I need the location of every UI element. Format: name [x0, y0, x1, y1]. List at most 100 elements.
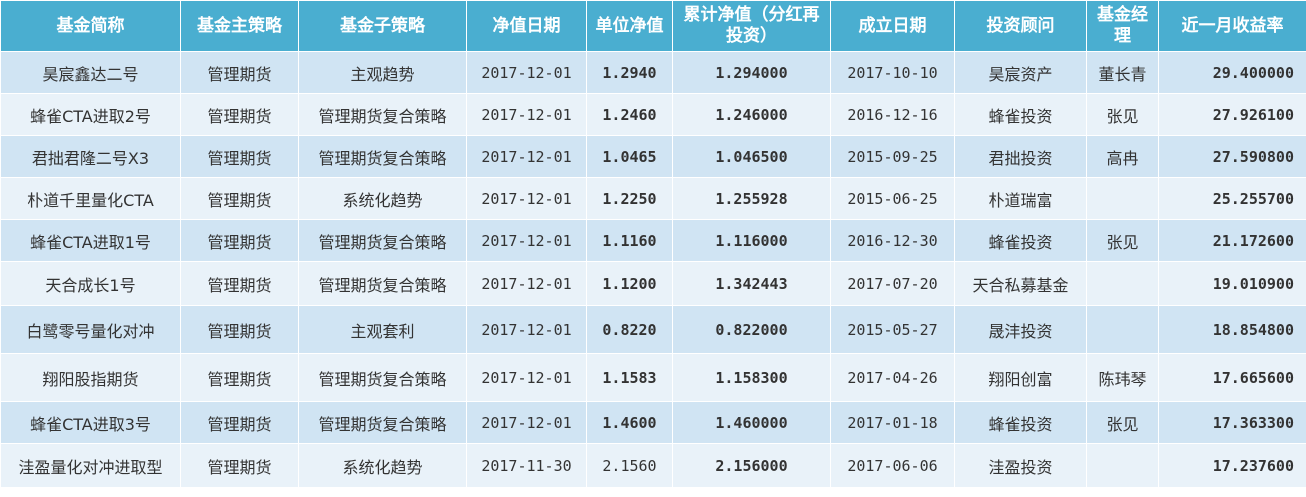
cell-main-strategy: 管理期货	[180, 51, 299, 94]
cell-manager: 陈玮琴	[1086, 353, 1159, 402]
header-unit-nav: 单位净值	[586, 0, 673, 52]
cell-cumulative-nav: 2.156000	[672, 443, 831, 488]
table-row: 翔阳股指期货 管理期货 管理期货复合策略 2017-12-01 1.1583 1.1583…	[0, 353, 1306, 402]
cell-fund-name: 洼盈量化对冲进取型	[0, 443, 181, 488]
cell-inception-date: 2015-06-25	[830, 177, 955, 220]
cell-fund-name: 君拙君隆二号X3	[0, 135, 181, 178]
cell-sub-strategy: 管理期货复合策略	[298, 261, 467, 306]
cell-sub-strategy: 主观趋势	[298, 51, 467, 94]
cell-inception-date: 2017-07-20	[830, 261, 955, 306]
cell-main-strategy: 管理期货	[180, 219, 299, 262]
cell-inception-date: 2015-09-25	[830, 135, 955, 178]
cell-sub-strategy: 管理期货复合策略	[298, 93, 467, 136]
cell-nav-date: 2017-12-01	[466, 135, 587, 178]
table-row: 蜂雀CTA进取2号 管理期货 管理期货复合策略 2017-12-01 1.2460 1.2…	[0, 93, 1306, 136]
cell-inception-date: 2016-12-30	[830, 219, 955, 262]
cell-cumulative-nav: 1.158300	[672, 353, 831, 402]
cell-fund-name: 翔阳股指期货	[0, 353, 181, 402]
header-inception-date: 成立日期	[830, 0, 955, 52]
header-monthly-return: 近一月收益率	[1158, 0, 1306, 52]
cell-inception-date: 2015-05-27	[830, 305, 955, 354]
cell-main-strategy: 管理期货	[180, 401, 299, 444]
cell-advisor: 蜂雀投资	[954, 93, 1087, 136]
cell-manager: 张见	[1086, 93, 1159, 136]
cell-unit-nav: 1.0465	[586, 135, 673, 178]
cell-cumulative-nav: 1.255928	[672, 177, 831, 220]
header-advisor: 投资顾问	[954, 0, 1087, 52]
cell-unit-nav: 0.8220	[586, 305, 673, 354]
cell-monthly-return: 17.363300	[1158, 401, 1306, 444]
cell-advisor: 翔阳创富	[954, 353, 1087, 402]
cell-advisor: 天合私募基金	[954, 261, 1087, 306]
cell-nav-date: 2017-12-01	[466, 261, 587, 306]
table-row: 朴道千里量化CTA 管理期货 系统化趋势 2017-12-01 1.2250 1.2559…	[0, 177, 1306, 220]
cell-advisor: 晟沣投资	[954, 305, 1087, 354]
cell-fund-name: 蜂雀CTA进取2号	[0, 93, 181, 136]
cell-main-strategy: 管理期货	[180, 305, 299, 354]
cell-manager	[1086, 177, 1159, 220]
cell-unit-nav: 1.1583	[586, 353, 673, 402]
header-fund-name: 基金简称	[0, 0, 181, 52]
cell-sub-strategy: 主观套利	[298, 305, 467, 354]
cell-advisor: 蜂雀投资	[954, 401, 1087, 444]
header-main-strategy: 基金主策略	[180, 0, 299, 52]
cell-manager: 张见	[1086, 401, 1159, 444]
header-cumulative-nav: 累计净值（分红再投资）	[672, 0, 831, 52]
cell-fund-name: 昊宸鑫达二号	[0, 51, 181, 94]
cell-monthly-return: 27.590800	[1158, 135, 1306, 178]
cell-monthly-return: 21.172600	[1158, 219, 1306, 262]
cell-fund-name: 蜂雀CTA进取1号	[0, 219, 181, 262]
cell-advisor: 蜂雀投资	[954, 219, 1087, 262]
cell-manager	[1086, 443, 1159, 488]
cell-fund-name: 蜂雀CTA进取3号	[0, 401, 181, 444]
cell-inception-date: 2017-01-18	[830, 401, 955, 444]
header-nav-date: 净值日期	[466, 0, 587, 52]
cell-manager	[1086, 261, 1159, 306]
cell-unit-nav: 1.2460	[586, 93, 673, 136]
cell-cumulative-nav: 1.246000	[672, 93, 831, 136]
cell-advisor: 朴道瑞富	[954, 177, 1087, 220]
cell-nav-date: 2017-12-01	[466, 51, 587, 94]
cell-nav-date: 2017-12-01	[466, 177, 587, 220]
cell-unit-nav: 1.1200	[586, 261, 673, 306]
header-row: 基金简称 基金主策略 基金子策略 净值日期 单位净值 累计净值（分红再投资） 成…	[0, 0, 1306, 52]
cell-monthly-return: 18.854800	[1158, 305, 1306, 354]
cell-main-strategy: 管理期货	[180, 353, 299, 402]
table-row: 蜂雀CTA进取1号 管理期货 管理期货复合策略 2017-12-01 1.1160 1.1…	[0, 219, 1306, 262]
cell-fund-name: 天合成长1号	[0, 261, 181, 306]
cell-nav-date: 2017-11-30	[466, 443, 587, 488]
cell-cumulative-nav: 0.822000	[672, 305, 831, 354]
fund-ranking-table: 基金简称 基金主策略 基金子策略 净值日期 单位净值 累计净值（分红再投资） 成…	[0, 0, 1306, 488]
table-row: 洼盈量化对冲进取型 管理期货 系统化趋势 2017-11-30 2.1560 2.1560…	[0, 443, 1306, 488]
cell-advisor: 昊宸资产	[954, 51, 1087, 94]
cell-unit-nav: 1.2940	[586, 51, 673, 94]
cell-sub-strategy: 系统化趋势	[298, 443, 467, 488]
cell-main-strategy: 管理期货	[180, 93, 299, 136]
table-row: 蜂雀CTA进取3号 管理期货 管理期货复合策略 2017-12-01 1.4600 1.4…	[0, 401, 1306, 444]
cell-unit-nav: 1.2250	[586, 177, 673, 220]
cell-unit-nav: 2.1560	[586, 443, 673, 488]
cell-inception-date: 2017-06-06	[830, 443, 955, 488]
cell-main-strategy: 管理期货	[180, 135, 299, 178]
cell-nav-date: 2017-12-01	[466, 219, 587, 262]
cell-cumulative-nav: 1.294000	[672, 51, 831, 94]
header-sub-strategy: 基金子策略	[298, 0, 467, 52]
cell-manager: 高冉	[1086, 135, 1159, 178]
cell-sub-strategy: 管理期货复合策略	[298, 135, 467, 178]
cell-nav-date: 2017-12-01	[466, 93, 587, 136]
cell-inception-date: 2016-12-16	[830, 93, 955, 136]
cell-fund-name: 朴道千里量化CTA	[0, 177, 181, 220]
cell-cumulative-nav: 1.116000	[672, 219, 831, 262]
cell-unit-nav: 1.4600	[586, 401, 673, 444]
cell-advisor: 君拙投资	[954, 135, 1087, 178]
cell-unit-nav: 1.1160	[586, 219, 673, 262]
table-row: 天合成长1号 管理期货 管理期货复合策略 2017-12-01 1.1200 1.3424…	[0, 261, 1306, 306]
cell-monthly-return: 29.400000	[1158, 51, 1306, 94]
cell-cumulative-nav: 1.046500	[672, 135, 831, 178]
cell-advisor: 洼盈投资	[954, 443, 1087, 488]
cell-monthly-return: 19.010900	[1158, 261, 1306, 306]
cell-monthly-return: 17.665600	[1158, 353, 1306, 402]
table-row: 昊宸鑫达二号 管理期货 主观趋势 2017-12-01 1.2940 1.294000 20…	[0, 51, 1306, 94]
cell-nav-date: 2017-12-01	[466, 401, 587, 444]
table-row: 君拙君隆二号X3 管理期货 管理期货复合策略 2017-12-01 1.0465 1.04…	[0, 135, 1306, 178]
